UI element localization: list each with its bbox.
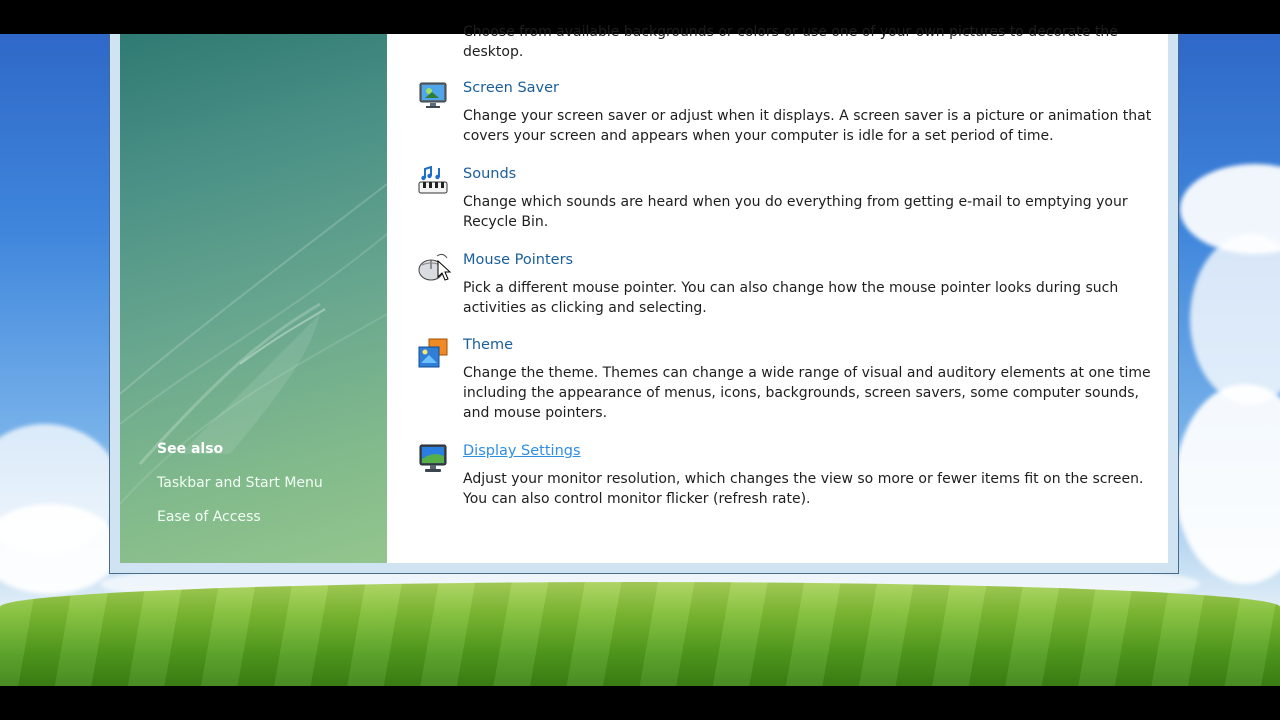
taskbar-start-menu-link[interactable]: Taskbar and Start Menu xyxy=(157,475,323,491)
display-settings-link[interactable]: Display Settings xyxy=(463,443,581,459)
screen-saver-description: Change your screen saver or adjust when … xyxy=(463,108,1152,144)
letterbox-bottom xyxy=(0,686,1280,720)
ease-of-access-link[interactable]: Ease of Access xyxy=(157,509,261,525)
cloud xyxy=(1190,234,1280,404)
display-settings-description: Adjust your monitor resolution, which ch… xyxy=(463,471,1144,507)
screen-saver-icon[interactable] xyxy=(417,80,449,112)
sounds-icon[interactable] xyxy=(417,165,449,198)
mouse-cursor-icon xyxy=(437,260,451,281)
left-navigation-pane: See also Taskbar and Start Menu Ease of … xyxy=(120,34,387,563)
sounds-description: Change which sounds are heard when you d… xyxy=(463,194,1128,230)
sounds-link[interactable]: Sounds xyxy=(463,166,516,182)
theme-link[interactable]: Theme xyxy=(463,337,513,353)
cloud xyxy=(1175,384,1280,584)
personalization-window: See also Taskbar and Start Menu Ease of … xyxy=(109,24,1179,574)
mouse-pointers-description: Pick a different mouse pointer. You can … xyxy=(463,280,1119,316)
theme-description: Change the theme. Themes can change a wi… xyxy=(463,365,1151,421)
content-pane: Choose from available backgrounds or col… xyxy=(387,24,1168,563)
desktop-background-description: Choose from available backgrounds or col… xyxy=(463,24,1118,60)
screen-saver-link[interactable]: Screen Saver xyxy=(463,80,559,96)
theme-icon[interactable] xyxy=(417,337,449,369)
display-settings-icon[interactable] xyxy=(417,443,449,475)
grass-hills xyxy=(0,582,1280,686)
mouse-pointers-link[interactable]: Mouse Pointers xyxy=(463,252,573,268)
see-also-heading: See also xyxy=(157,441,224,457)
